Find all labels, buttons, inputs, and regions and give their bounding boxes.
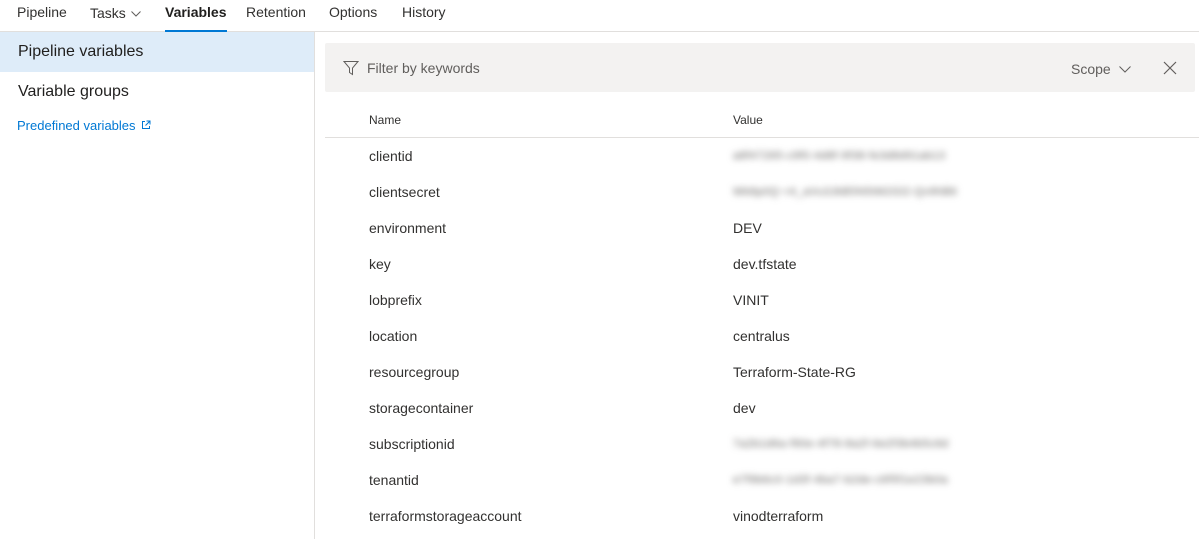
filter-bar: Scope: [325, 43, 1195, 92]
variable-name: location: [369, 328, 418, 344]
variable-value: DEV: [733, 220, 762, 236]
variable-value: vinodterraform: [733, 508, 824, 524]
nav-item-pipeline-variables[interactable]: Pipeline variables: [0, 32, 314, 72]
filter-icon: [342, 60, 360, 81]
column-header-value[interactable]: Value: [733, 113, 763, 127]
tab-tasks[interactable]: Tasks: [90, 0, 141, 31]
variable-name: tenantid: [369, 472, 419, 488]
tab-options[interactable]: Options: [329, 0, 377, 31]
nav-item-variable-groups[interactable]: Variable groups: [0, 72, 314, 112]
tab-bar: Pipeline Tasks Variables Retention Optio…: [0, 0, 1199, 32]
table-row[interactable]: clientsecret Wk8p0Q~r4_aVu3JkB5N5tM2Gl2-…: [325, 174, 1199, 210]
predefined-variables-label: Predefined variables: [17, 118, 136, 133]
table-row[interactable]: tenantid e7f9b6c0-1d3f-4ba7-b2de-c6f5f1e…: [325, 462, 1199, 498]
variable-value: Terraform-State-RG: [733, 364, 856, 380]
external-link-icon: [141, 118, 151, 133]
scope-label: Scope: [1071, 61, 1111, 77]
variable-name: resourcegroup: [369, 364, 460, 380]
tab-history[interactable]: History: [402, 0, 446, 31]
tab-tasks-label: Tasks: [90, 5, 126, 21]
table-row[interactable]: key dev.tfstate: [325, 246, 1199, 282]
tab-variables[interactable]: Variables: [165, 0, 227, 32]
close-filter-button[interactable]: [1163, 61, 1177, 75]
table-row[interactable]: location centralus: [325, 318, 1199, 354]
table-row[interactable]: subscriptionid 7a2b1d6a-f90e-4f78-8a2f-6…: [325, 426, 1199, 462]
table-row[interactable]: resourcegroup Terraform-State-RG: [325, 354, 1199, 390]
variable-name: storagecontainer: [369, 400, 474, 416]
variable-value: dev: [733, 400, 756, 416]
variable-name: subscriptionid: [369, 436, 455, 452]
left-nav: Pipeline variables Variable groups Prede…: [0, 32, 315, 539]
variable-value-masked: Wk8p0Q~r4_aVu3JkB5N5tM2Gl2-Qv9hB6: [733, 186, 958, 198]
variable-name: clientid: [369, 148, 413, 164]
table-row[interactable]: clientid a8f47265-c9f0-4d8f-9f38-fe3d8d9…: [325, 138, 1199, 174]
variable-value: centralus: [733, 328, 790, 344]
variable-value: VINIT: [733, 292, 769, 308]
variable-name: terraformstorageaccount: [369, 508, 522, 524]
variable-name: environment: [369, 220, 447, 236]
tab-pipeline[interactable]: Pipeline: [17, 0, 67, 31]
filter-input[interactable]: [367, 57, 967, 79]
table-row[interactable]: storagecontainer dev: [325, 390, 1199, 426]
variable-value: dev.tfstate: [733, 256, 797, 272]
variable-name: key: [369, 256, 391, 272]
scope-dropdown[interactable]: Scope: [1071, 60, 1131, 77]
table-row[interactable]: terraformstorageaccount vinodterraform: [325, 498, 1199, 534]
chevron-down-icon: [1118, 60, 1131, 76]
table-row[interactable]: lobprefix VINIT: [325, 282, 1199, 318]
variable-name: lobprefix: [369, 292, 422, 308]
tab-retention[interactable]: Retention: [246, 0, 306, 31]
variable-name: clientsecret: [369, 184, 440, 200]
table-header: Name Value: [325, 102, 1199, 138]
variable-value-masked: a8f47265-c9f0-4d8f-9f38-fe3d8d91ab13: [733, 150, 946, 162]
column-header-name[interactable]: Name: [369, 113, 401, 127]
chevron-down-icon: [130, 0, 141, 24]
variable-value-masked: 7a2b1d6a-f90e-4f78-8a2f-6e2f3b4b5c6d: [733, 438, 949, 450]
predefined-variables-link[interactable]: Predefined variables: [17, 118, 151, 133]
variable-value-masked: e7f9b6c0-1d3f-4ba7-b2de-c6f5f1e23b0a: [733, 474, 948, 486]
table-row[interactable]: environment DEV: [325, 210, 1199, 246]
close-icon: [1163, 61, 1177, 79]
